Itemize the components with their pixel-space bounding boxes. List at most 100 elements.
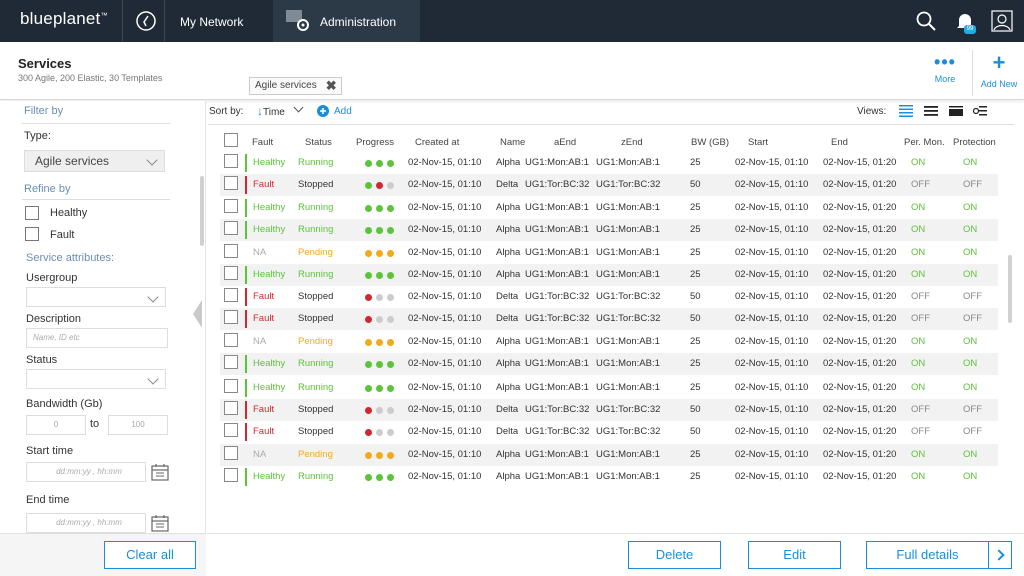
row-checkbox[interactable] xyxy=(224,446,238,460)
table-row[interactable]: Healthy Running 02-Nov-15, 01:10 Alpha UG1:M… xyxy=(220,466,998,488)
column-header[interactable]: Name xyxy=(500,137,525,148)
start-cell: 02-Nov-15, 01:10 xyxy=(735,269,809,280)
row-checkbox[interactable] xyxy=(224,310,238,324)
table-row[interactable]: Fault Stopped 02-Nov-15, 01:10 Delta UG1:Tor… xyxy=(220,399,998,421)
usergroup-select[interactable] xyxy=(26,287,166,307)
end-time-input[interactable]: dd:mm:yy , hh:mm xyxy=(26,513,146,533)
calendar-icon[interactable] xyxy=(151,514,169,532)
next-button[interactable] xyxy=(988,541,1012,569)
row-checkbox[interactable] xyxy=(224,288,238,302)
table-row[interactable]: Healthy Running 02-Nov-15, 01:10 Alpha UG1:M… xyxy=(220,219,998,241)
row-checkbox[interactable] xyxy=(224,176,238,190)
status-cell: Running xyxy=(298,224,334,235)
table-row[interactable]: Healthy Running 02-Nov-15, 01:10 Alpha UG1:M… xyxy=(220,353,998,375)
select-all-checkbox[interactable] xyxy=(224,133,238,147)
fault-label: Fault xyxy=(50,229,75,241)
column-header[interactable]: Status xyxy=(305,137,332,148)
row-checkbox[interactable] xyxy=(224,154,238,168)
column-header[interactable]: Progress xyxy=(356,137,394,148)
user-icon[interactable] xyxy=(991,10,1013,32)
aend-cell: UG1:Tor:BC:32 xyxy=(525,404,590,415)
column-header[interactable]: Fault xyxy=(252,137,273,148)
chevron-down-icon[interactable] xyxy=(293,102,304,113)
usergroup-label: Usergroup xyxy=(26,272,78,284)
status-select[interactable] xyxy=(26,369,166,389)
column-header[interactable]: End xyxy=(831,137,848,148)
delete-button[interactable]: Delete xyxy=(628,541,721,569)
bandwidth-min-input[interactable]: 0 xyxy=(26,415,86,435)
sidebar-scrollbar[interactable] xyxy=(200,176,204,246)
healthy-checkbox[interactable] xyxy=(25,206,39,220)
row-checkbox[interactable] xyxy=(224,423,238,437)
table-row[interactable]: Healthy Running 02-Nov-15, 01:10 Alpha UG1:M… xyxy=(220,264,998,286)
nav-administration-tab[interactable]: Administration xyxy=(273,0,420,42)
add-column-link[interactable]: Add xyxy=(334,106,352,117)
table-row[interactable]: NA Pending 02-Nov-15, 01:10 Alpha UG1:Mon:AB… xyxy=(220,444,998,466)
progress-dot xyxy=(365,272,372,279)
table-row[interactable]: Fault Stopped 02-Nov-15, 01:10 Delta UG1:Tor… xyxy=(220,174,998,196)
row-checkbox[interactable] xyxy=(224,244,238,258)
column-header[interactable]: Per. Mon. xyxy=(904,137,945,148)
protection-cell: OFF xyxy=(963,179,982,190)
fault-checkbox[interactable] xyxy=(25,227,39,241)
bandwidth-to-label: to xyxy=(90,418,100,430)
table-row[interactable]: Fault Stopped 02-Nov-15, 01:10 Delta UG1:Tor… xyxy=(220,286,998,308)
list-view-compact-icon[interactable] xyxy=(899,105,913,117)
healthy-label: Healthy xyxy=(50,207,88,219)
list-view-icon[interactable] xyxy=(924,105,938,117)
nav-my-network[interactable]: My Network xyxy=(180,15,243,29)
bw-cell: 25 xyxy=(690,336,701,347)
table-row[interactable]: NA Pending 02-Nov-15, 01:10 Alpha UG1:Mon:AB… xyxy=(220,331,998,353)
add-new-button[interactable]: + Add New xyxy=(978,52,1020,90)
bw-cell: 50 xyxy=(690,291,701,302)
close-icon[interactable]: ✖ xyxy=(326,78,337,94)
description-input[interactable]: Name, ID etc xyxy=(26,328,168,348)
clear-all-button[interactable]: Clear all xyxy=(104,541,196,569)
name-cell: Delta xyxy=(496,179,519,190)
card-view-icon[interactable] xyxy=(949,105,963,117)
column-header[interactable]: Created at xyxy=(415,137,459,148)
search-icon[interactable] xyxy=(915,10,937,32)
column-header[interactable]: zEnd xyxy=(621,137,643,148)
calendar-icon[interactable] xyxy=(151,463,169,481)
row-checkbox[interactable] xyxy=(224,221,238,235)
row-checkbox[interactable] xyxy=(224,333,238,347)
table-row[interactable]: Fault Stopped 02-Nov-15, 01:10 Delta UG1:Tor… xyxy=(220,308,998,330)
collapse-sidebar-arrow-icon[interactable] xyxy=(193,300,202,328)
row-checkbox[interactable] xyxy=(224,379,238,393)
edit-button[interactable]: Edit xyxy=(748,541,841,569)
table-row[interactable]: Healthy Running 02-Nov-15, 01:10 Alpha UG1:M… xyxy=(220,197,998,219)
tree-view-icon[interactable] xyxy=(973,105,987,117)
per-mon-cell: ON xyxy=(911,269,926,280)
type-select[interactable]: Agile services xyxy=(24,150,165,172)
brand-part-a: blue xyxy=(20,9,53,28)
status-cell: Running xyxy=(298,382,334,393)
row-checkbox[interactable] xyxy=(224,355,238,369)
table-row[interactable]: NA Pending 02-Nov-15, 01:10 Alpha UG1:Mon:AB… xyxy=(220,242,998,264)
row-checkbox[interactable] xyxy=(224,199,238,213)
table-row[interactable]: Healthy Running 02-Nov-15, 01:10 Alpha UG1:M… xyxy=(220,152,998,174)
column-header[interactable]: BW (GB) xyxy=(691,137,729,148)
row-checkbox[interactable] xyxy=(224,468,238,482)
table-row[interactable]: Healthy Running 02-Nov-15, 01:10 Alpha UG1:M… xyxy=(220,377,998,399)
filter-chip-label: Agile services xyxy=(255,80,317,91)
full-details-button[interactable]: Full details xyxy=(866,541,989,569)
table-scrollbar[interactable] xyxy=(1008,255,1012,323)
bandwidth-max-input[interactable]: 100 xyxy=(108,415,168,435)
add-circle-icon[interactable] xyxy=(317,105,329,117)
brand-logo[interactable]: blueplanet™ xyxy=(20,9,108,29)
progress-dot xyxy=(376,429,383,436)
column-header[interactable]: aEnd xyxy=(554,137,576,148)
progress-dot xyxy=(387,160,394,167)
row-checkbox[interactable] xyxy=(224,401,238,415)
per-mon-cell: OFF xyxy=(911,404,930,415)
column-header[interactable]: Protection xyxy=(953,137,996,148)
table-row[interactable]: Fault Stopped 02-Nov-15, 01:10 Delta UG1:Tor… xyxy=(220,421,998,443)
more-button[interactable]: ••• More xyxy=(925,53,965,84)
compass-icon[interactable] xyxy=(135,10,157,32)
column-header[interactable]: Start xyxy=(748,137,768,148)
start-time-input[interactable]: dd:mm:yy , hh:mm xyxy=(26,462,146,482)
sort-field-dropdown[interactable]: ↓Time xyxy=(257,104,285,118)
aend-cell: UG1:Mon:AB:1 xyxy=(525,247,589,258)
row-checkbox[interactable] xyxy=(224,266,238,280)
